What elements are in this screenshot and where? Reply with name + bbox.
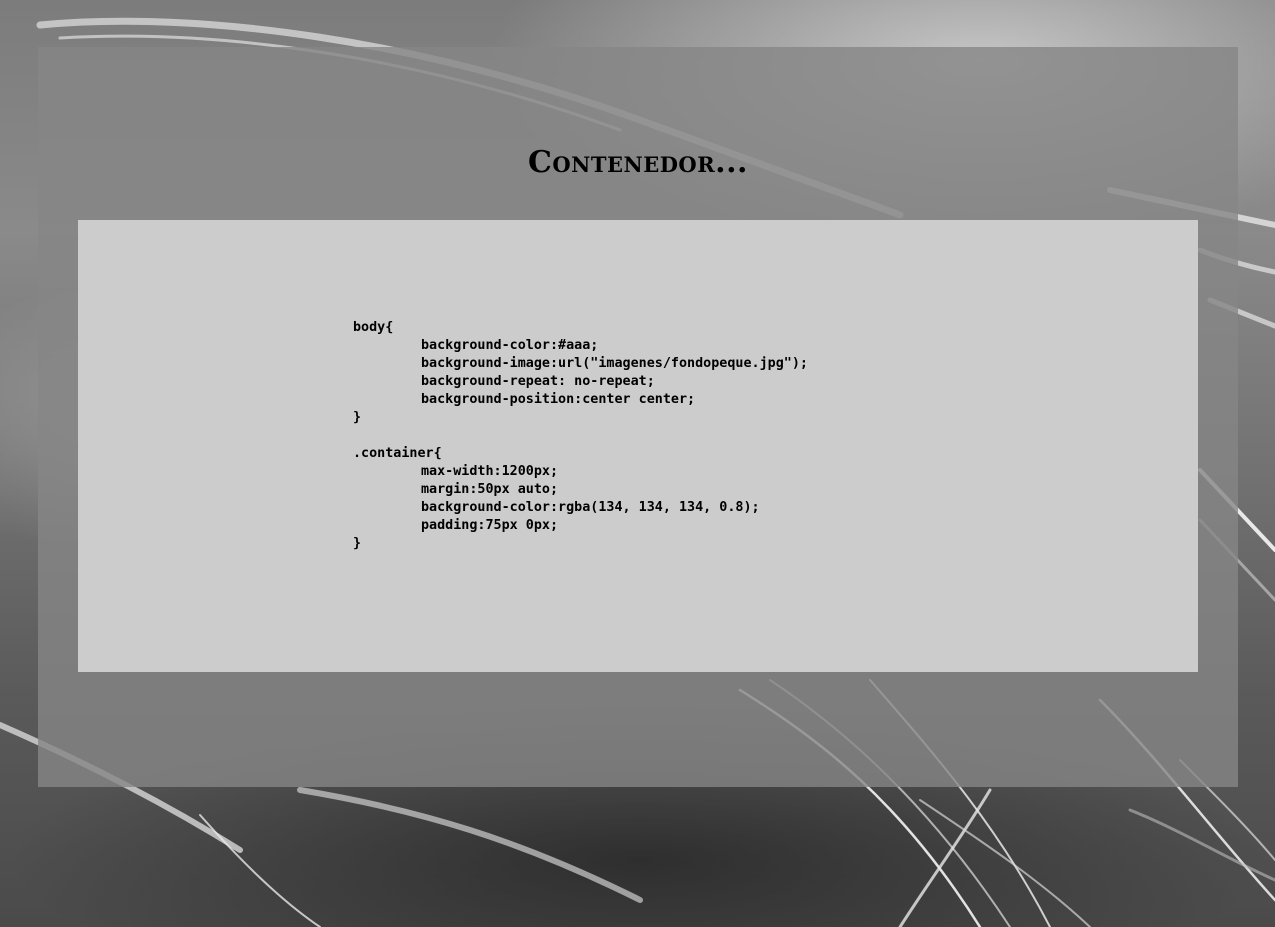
code-line-text: body{ <box>353 320 394 335</box>
page-title: Contenedor... <box>528 145 748 180</box>
code-line: body{ <box>353 319 808 337</box>
code-line: background-repeat: no-repeat; <box>353 373 808 391</box>
code-line: } <box>353 409 808 427</box>
code-line-text: } <box>353 536 362 551</box>
code-line: .container{ <box>353 445 808 463</box>
main-container: Contenedor... body{ background-color:#aaa… <box>38 47 1238 787</box>
code-line: background-color:#aaa; <box>353 337 808 355</box>
code-line: margin:50px auto; <box>353 481 808 499</box>
code-line-text: background-repeat: no-repeat; <box>421 374 655 389</box>
code-line-text: background-image:url("imagenes/fondopequ… <box>421 356 808 371</box>
code-line-text: max-width:1200px; <box>421 464 559 479</box>
code-line-text: margin:50px auto; <box>421 482 559 497</box>
code-panel: body{ background-color:#aaa; background-im… <box>78 220 1198 672</box>
code-line-text: background-position:center center; <box>421 392 696 407</box>
code-line-text: padding:75px 0px; <box>421 518 559 533</box>
code-line-text: .container{ <box>353 446 442 461</box>
code-line: background-position:center center; <box>353 391 808 409</box>
code-line-text: background-color:rgba(134, 134, 134, 0.8… <box>421 500 760 515</box>
code-line: max-width:1200px; <box>353 463 808 481</box>
code-line: background-color:rgba(134, 134, 134, 0.8… <box>353 499 808 517</box>
code-line-text: background-color:#aaa; <box>421 338 599 353</box>
css-code-block: body{ background-color:#aaa; background-im… <box>353 319 808 553</box>
code-line: } <box>353 535 808 553</box>
code-line: background-image:url("imagenes/fondopequ… <box>353 355 808 373</box>
code-line-text: } <box>353 410 362 425</box>
code-line: padding:75px 0px; <box>353 517 808 535</box>
